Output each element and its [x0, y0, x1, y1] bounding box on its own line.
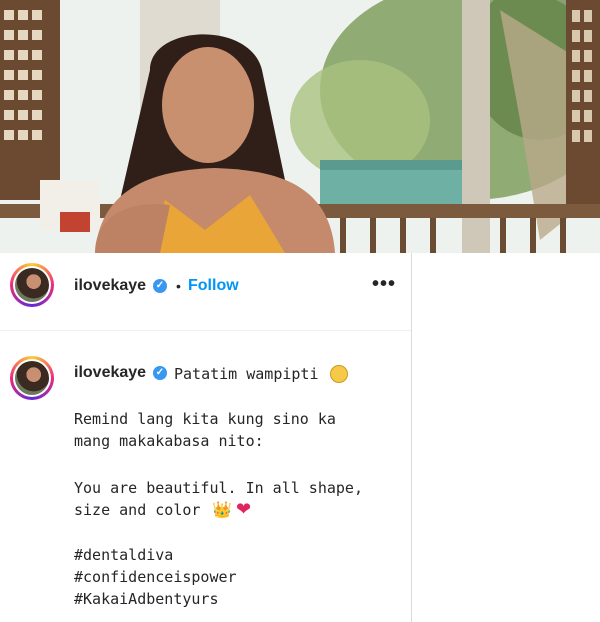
caption-line: size and color — [74, 501, 201, 519]
caption-line: You are beautiful. In all shape, — [74, 479, 363, 497]
laughing-emoji-icon — [330, 365, 348, 383]
caption-avatar-ring-inner — [13, 359, 51, 397]
crown-emoji-icon: 👑 — [212, 502, 232, 519]
heart-emoji-icon: ❤ — [236, 499, 252, 519]
avatar-image — [15, 268, 49, 302]
caption-verified-badge-icon: ✓ — [153, 366, 167, 380]
avatar[interactable] — [10, 263, 54, 307]
caption-line: Remind lang kita kung sino ka — [74, 410, 336, 428]
avatar-ring-inner — [13, 266, 51, 304]
post-header: ilovekaye ✓ • Follow ••• — [0, 253, 411, 331]
follow-button[interactable]: Follow — [188, 277, 239, 295]
hashtag-link[interactable]: #KakaiAdbentyurs — [74, 590, 219, 608]
hashtag-link[interactable]: #dentaldiva — [74, 546, 173, 564]
caption-username[interactable]: ilovekaye — [74, 364, 146, 382]
caption-avatar[interactable] — [10, 356, 54, 400]
post-photo-illustration — [0, 0, 600, 253]
caption-line: mang makakabasa nito: — [74, 432, 264, 450]
post-photo[interactable] — [0, 0, 600, 253]
more-options-icon[interactable]: ••• — [372, 273, 396, 296]
caption-headline: Patatim wampipti — [174, 365, 319, 383]
hashtag-link[interactable]: #confidenceispower — [74, 568, 237, 586]
caption-avatar-image — [15, 361, 49, 395]
verified-badge-icon: ✓ — [153, 279, 167, 293]
post-panel: ilovekaye ✓ • Follow ••• ilovekaye ✓ Pat… — [0, 253, 412, 622]
separator-dot: • — [176, 278, 181, 294]
side-empty-area — [412, 253, 600, 622]
post-username[interactable]: ilovekaye — [74, 277, 146, 295]
